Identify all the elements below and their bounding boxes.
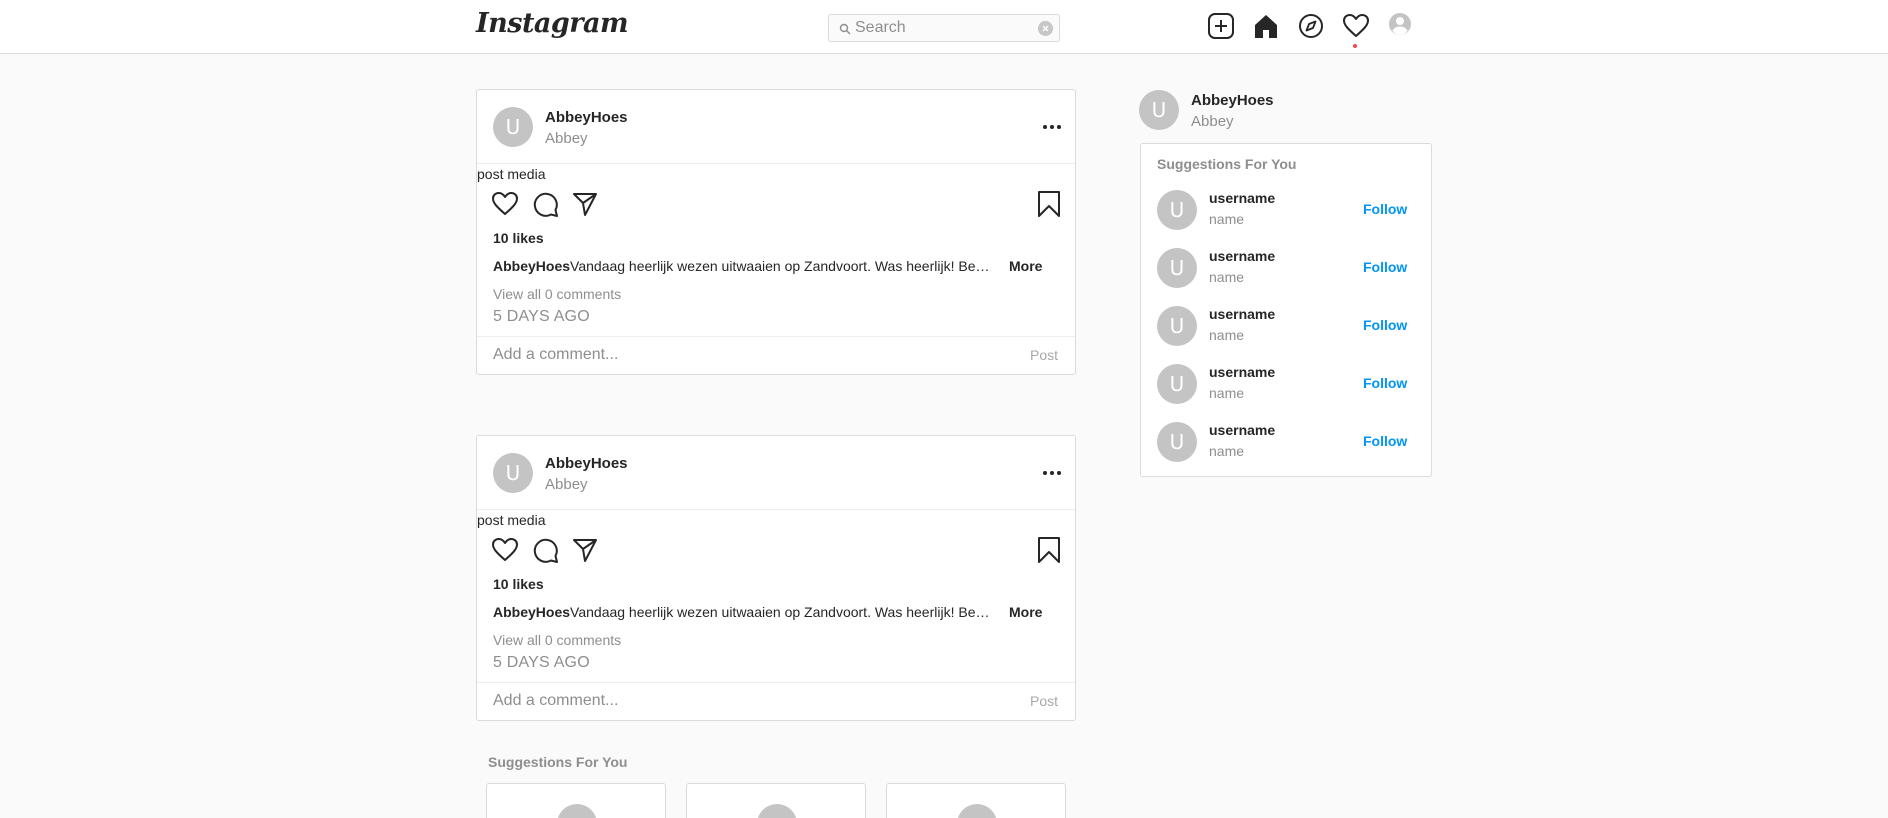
search-icon xyxy=(839,23,851,35)
likes-count[interactable]: 10 likes xyxy=(493,230,544,246)
suggestion-item: U username name Follow xyxy=(1141,360,1431,408)
post-caption: AbbeyHoesVandaag heerlijk wezen uitwaaie… xyxy=(493,258,993,274)
comment-input[interactable] xyxy=(493,344,993,366)
follow-button[interactable]: Follow xyxy=(1363,375,1407,391)
post-name: Abbey xyxy=(545,476,588,493)
post-media-broken-image[interactable]: post media xyxy=(477,512,545,528)
caption-username[interactable]: AbbeyHoes xyxy=(493,258,570,274)
top-navigation-bar: Instagram xyxy=(0,0,1888,54)
suggestion-name: name xyxy=(1209,269,1245,285)
save-bookmark-icon[interactable] xyxy=(1035,536,1063,564)
share-paper-plane-icon[interactable] xyxy=(571,190,599,218)
avatar[interactable]: U xyxy=(1157,306,1197,346)
avatar[interactable]: U xyxy=(1157,248,1197,288)
explore-icon[interactable] xyxy=(1297,12,1325,40)
suggestion-item: U username name Follow xyxy=(1141,186,1431,234)
notification-dot xyxy=(1353,44,1357,48)
comment-bubble-icon[interactable] xyxy=(531,190,559,218)
post-timestamp: 5 DAYS AGO xyxy=(493,654,590,671)
follow-button[interactable]: Follow xyxy=(1363,433,1407,449)
comment-bar: Post xyxy=(477,682,1075,720)
more-options-icon[interactable] xyxy=(1041,462,1063,484)
follow-button[interactable]: Follow xyxy=(1363,201,1407,217)
home-icon[interactable] xyxy=(1252,12,1280,40)
post-caption: AbbeyHoesVandaag heerlijk wezen uitwaaie… xyxy=(493,604,993,620)
comment-bar: Post xyxy=(477,336,1075,374)
search-box[interactable] xyxy=(828,14,1060,42)
comment-input[interactable] xyxy=(493,690,993,712)
caption-more-link[interactable]: More xyxy=(1009,258,1042,274)
avatar[interactable]: U xyxy=(1157,364,1197,404)
comment-bubble-icon[interactable] xyxy=(531,536,559,564)
current-user-username[interactable]: AbbeyHoes xyxy=(1191,92,1274,109)
caption-username[interactable]: AbbeyHoes xyxy=(493,604,570,620)
activity-heart-icon[interactable] xyxy=(1342,12,1370,40)
suggestion-name: name xyxy=(1209,327,1245,343)
post-actions xyxy=(491,190,1063,220)
avatar[interactable]: U xyxy=(493,107,533,147)
follow-button[interactable]: Follow xyxy=(1363,259,1407,275)
post-username[interactable]: AbbeyHoes xyxy=(545,109,628,126)
avatar[interactable]: U xyxy=(1139,90,1179,130)
suggestion-username[interactable]: username xyxy=(1209,364,1275,380)
likes-count[interactable]: 10 likes xyxy=(493,576,544,592)
suggestion-item: U username name Follow xyxy=(1141,302,1431,350)
post-name: Abbey xyxy=(545,130,588,147)
view-comments-link[interactable]: View all 0 comments xyxy=(493,286,621,302)
suggestion-username[interactable]: username xyxy=(1209,306,1275,322)
clear-search-icon[interactable] xyxy=(1038,21,1053,36)
suggestion-name: name xyxy=(1209,385,1245,401)
feed-post: U AbbeyHoes Abbey post media 10 likes Ab… xyxy=(476,435,1076,721)
follow-button[interactable]: Follow xyxy=(1363,317,1407,333)
suggestion-card[interactable] xyxy=(686,783,866,818)
current-user-name: Abbey xyxy=(1191,113,1234,130)
suggestion-item: U username name Follow xyxy=(1141,418,1431,466)
save-bookmark-icon[interactable] xyxy=(1035,190,1063,218)
suggestions-title: Suggestions For You xyxy=(1157,156,1297,172)
search-input[interactable] xyxy=(855,17,1035,39)
suggestion-name: name xyxy=(1209,211,1245,227)
like-heart-icon[interactable] xyxy=(491,536,519,564)
avatar[interactable] xyxy=(557,804,597,818)
suggestions-panel: Suggestions For You U username name Foll… xyxy=(1140,143,1432,477)
post-media-broken-image[interactable]: post media xyxy=(477,166,545,182)
post-comment-button[interactable]: Post xyxy=(1030,347,1058,363)
avatar[interactable] xyxy=(757,804,797,818)
like-heart-icon[interactable] xyxy=(491,190,519,218)
bottom-suggestions-title: Suggestions For You xyxy=(488,754,628,770)
suggestion-card[interactable] xyxy=(486,783,666,818)
post-header: U AbbeyHoes Abbey xyxy=(477,436,1075,510)
new-post-icon[interactable] xyxy=(1207,12,1235,40)
more-options-icon[interactable] xyxy=(1041,116,1063,138)
suggestion-username[interactable]: username xyxy=(1209,248,1275,264)
feed-post: U AbbeyHoes Abbey post media 10 likes Ab… xyxy=(476,89,1076,375)
post-username[interactable]: AbbeyHoes xyxy=(545,455,628,472)
post-timestamp: 5 DAYS AGO xyxy=(493,308,590,325)
caption-more-link[interactable]: More xyxy=(1009,604,1042,620)
instagram-logo[interactable]: Instagram xyxy=(476,8,629,39)
avatar[interactable]: U xyxy=(1157,422,1197,462)
caption-text: Vandaag heerlijk wezen uitwaaien op Zand… xyxy=(570,604,993,620)
suggestion-username[interactable]: username xyxy=(1209,422,1275,438)
post-header: U AbbeyHoes Abbey xyxy=(477,90,1075,164)
post-actions xyxy=(491,536,1063,566)
suggestion-username[interactable]: username xyxy=(1209,190,1275,206)
suggestion-name: name xyxy=(1209,443,1245,459)
view-comments-link[interactable]: View all 0 comments xyxy=(493,632,621,648)
avatar[interactable] xyxy=(957,804,997,818)
avatar[interactable]: U xyxy=(1157,190,1197,230)
suggestion-card[interactable] xyxy=(886,783,1066,818)
suggestion-item: U username name Follow xyxy=(1141,244,1431,292)
avatar[interactable]: U xyxy=(493,453,533,493)
profile-icon[interactable] xyxy=(1386,12,1414,40)
caption-text: Vandaag heerlijk wezen uitwaaien op Zand… xyxy=(570,258,993,274)
post-comment-button[interactable]: Post xyxy=(1030,693,1058,709)
share-paper-plane-icon[interactable] xyxy=(571,536,599,564)
